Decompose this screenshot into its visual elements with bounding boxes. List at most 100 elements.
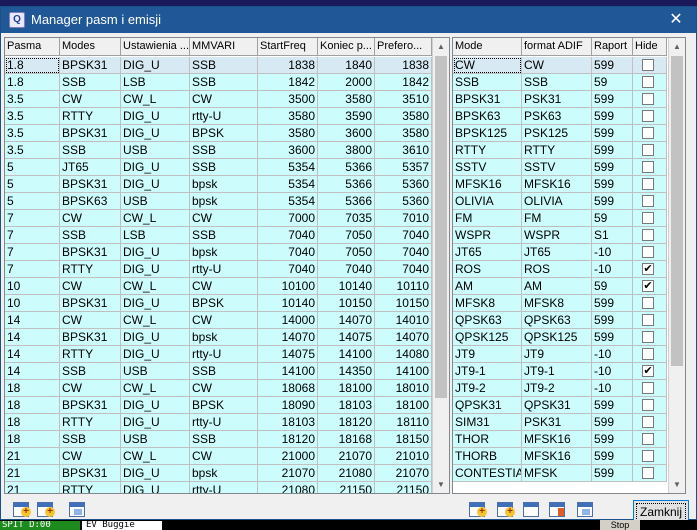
table-row[interactable]: 3.5 RTTY DIG_U rtty-U 3580 3590 3580	[5, 108, 432, 125]
table-cell[interactable]: 18068	[258, 380, 318, 397]
table-cell[interactable]: 3.5	[5, 91, 60, 108]
table-cell[interactable]: CW	[190, 448, 258, 465]
hide-cell[interactable]	[633, 210, 667, 227]
table-cell[interactable]: 599	[592, 448, 633, 465]
table-row[interactable]: 3.5 BPSK31 DIG_U BPSK 3580 3600 3580	[5, 125, 432, 142]
table-cell[interactable]: BPSK31	[60, 465, 121, 482]
table-cell[interactable]: 7035	[318, 210, 375, 227]
table-cell[interactable]: 599	[592, 57, 633, 74]
table-cell[interactable]: 2000	[318, 74, 375, 91]
scroll-down-icon[interactable]: ▼	[669, 476, 685, 493]
hide-cell[interactable]: ✔	[633, 363, 667, 380]
hide-cell[interactable]: ✔	[633, 278, 667, 295]
hide-checkbox[interactable]	[642, 110, 654, 122]
table-cell[interactable]: 7040	[375, 244, 432, 261]
table-row[interactable]: SSTV SSTV 599	[453, 159, 667, 176]
table-cell[interactable]: BPSK63	[453, 108, 522, 125]
hide-checkbox[interactable]: ✔	[642, 365, 654, 377]
hide-checkbox[interactable]	[642, 348, 654, 360]
add-mode-button[interactable]	[465, 498, 489, 520]
table-cell[interactable]: 3580	[375, 125, 432, 142]
table-cell[interactable]: PSK31	[522, 414, 592, 431]
table-cell[interactable]: JT9-2	[522, 380, 592, 397]
hide-checkbox[interactable]	[642, 178, 654, 190]
hide-checkbox[interactable]	[642, 59, 654, 71]
hide-checkbox[interactable]	[642, 229, 654, 241]
table-cell[interactable]: ROS	[522, 261, 592, 278]
table-cell[interactable]: 14	[5, 346, 60, 363]
table-row[interactable]: RTTY RTTY 599	[453, 142, 667, 159]
table-cell[interactable]: JT65	[60, 159, 121, 176]
column-header[interactable]: Modes	[60, 38, 121, 56]
hide-cell[interactable]	[633, 142, 667, 159]
table-cell[interactable]: THOR	[453, 431, 522, 448]
table-cell[interactable]: 7010	[375, 210, 432, 227]
table-cell[interactable]: BPSK31	[453, 91, 522, 108]
table-cell[interactable]: 10	[5, 295, 60, 312]
table-row[interactable]: OLIVIA OLIVIA 599	[453, 193, 667, 210]
hide-cell[interactable]	[633, 448, 667, 465]
table-row[interactable]: THOR MFSK16 599	[453, 431, 667, 448]
table-cell[interactable]: 21080	[258, 482, 318, 493]
table-cell[interactable]: 14070	[258, 329, 318, 346]
table-row[interactable]: MFSK16 MFSK16 599	[453, 176, 667, 193]
hide-checkbox[interactable]	[642, 314, 654, 326]
table-row[interactable]: 18 SSB USB SSB 18120 18168 18150	[5, 431, 432, 448]
table-cell[interactable]: PSK125	[522, 125, 592, 142]
table-cell[interactable]: 7	[5, 261, 60, 278]
table-cell[interactable]: DIG_U	[121, 125, 190, 142]
table-cell[interactable]: 18	[5, 414, 60, 431]
table-cell[interactable]: 14100	[375, 363, 432, 380]
table-cell[interactable]: SSB	[190, 431, 258, 448]
add-band-button[interactable]	[9, 498, 33, 520]
table-cell[interactable]: rtty-U	[190, 108, 258, 125]
column-header[interactable]: StartFreq	[258, 38, 318, 56]
hide-cell[interactable]	[633, 193, 667, 210]
column-header[interactable]: Mode	[453, 38, 522, 56]
table-cell[interactable]: SSB	[453, 74, 522, 91]
hide-cell[interactable]	[633, 108, 667, 125]
table-cell[interactable]: 59	[592, 278, 633, 295]
table-cell[interactable]: MFSK16	[522, 431, 592, 448]
scroll-down-icon[interactable]: ▼	[433, 476, 449, 493]
table-cell[interactable]: 18	[5, 431, 60, 448]
scroll-thumb[interactable]	[671, 56, 683, 366]
table-row[interactable]: 21 CW CW_L CW 21000 21070 21010	[5, 448, 432, 465]
table-cell[interactable]: QPSK125	[522, 329, 592, 346]
table-cell[interactable]: DIG_U	[121, 261, 190, 278]
table-cell[interactable]: JT9-1	[522, 363, 592, 380]
table-cell[interactable]: bpsk	[190, 193, 258, 210]
table-cell[interactable]: CW_L	[121, 312, 190, 329]
table-cell[interactable]: 7050	[318, 227, 375, 244]
table-cell[interactable]: 7050	[318, 244, 375, 261]
table-cell[interactable]: AM	[453, 278, 522, 295]
table-cell[interactable]: CW	[60, 380, 121, 397]
table-cell[interactable]: JT9-1	[453, 363, 522, 380]
table-cell[interactable]: BPSK31	[60, 57, 121, 74]
table-cell[interactable]: 599	[592, 142, 633, 159]
table-cell[interactable]: LSB	[121, 74, 190, 91]
table-row[interactable]: 14 SSB USB SSB 14100 14350 14100	[5, 363, 432, 380]
table-cell[interactable]: 10110	[375, 278, 432, 295]
table-cell[interactable]: 14350	[318, 363, 375, 380]
column-header[interactable]: Prefero...	[375, 38, 432, 56]
table-cell[interactable]: QPSK31	[453, 397, 522, 414]
table-cell[interactable]: bpsk	[190, 176, 258, 193]
hide-cell[interactable]	[633, 227, 667, 244]
table-cell[interactable]: 3580	[258, 125, 318, 142]
table-cell[interactable]: 18100	[318, 380, 375, 397]
table-row[interactable]: ROS ROS -10 ✔	[453, 261, 667, 278]
table-row[interactable]: 14 CW CW_L CW 14000 14070 14010	[5, 312, 432, 329]
table-row[interactable]: FM FM 59	[453, 210, 667, 227]
table-cell[interactable]: 18150	[375, 431, 432, 448]
table-cell[interactable]: BPSK31	[60, 295, 121, 312]
table-cell[interactable]: 5357	[375, 159, 432, 176]
table-cell[interactable]: 21070	[258, 465, 318, 482]
table-cell[interactable]: 10100	[258, 278, 318, 295]
table-row[interactable]: BPSK31 PSK31 599	[453, 91, 667, 108]
hide-cell[interactable]	[633, 431, 667, 448]
table-row[interactable]: BPSK125 PSK125 599	[453, 125, 667, 142]
table-cell[interactable]: 5	[5, 176, 60, 193]
table-row[interactable]: QPSK63 QPSK63 599	[453, 312, 667, 329]
table-cell[interactable]: -10	[592, 244, 633, 261]
